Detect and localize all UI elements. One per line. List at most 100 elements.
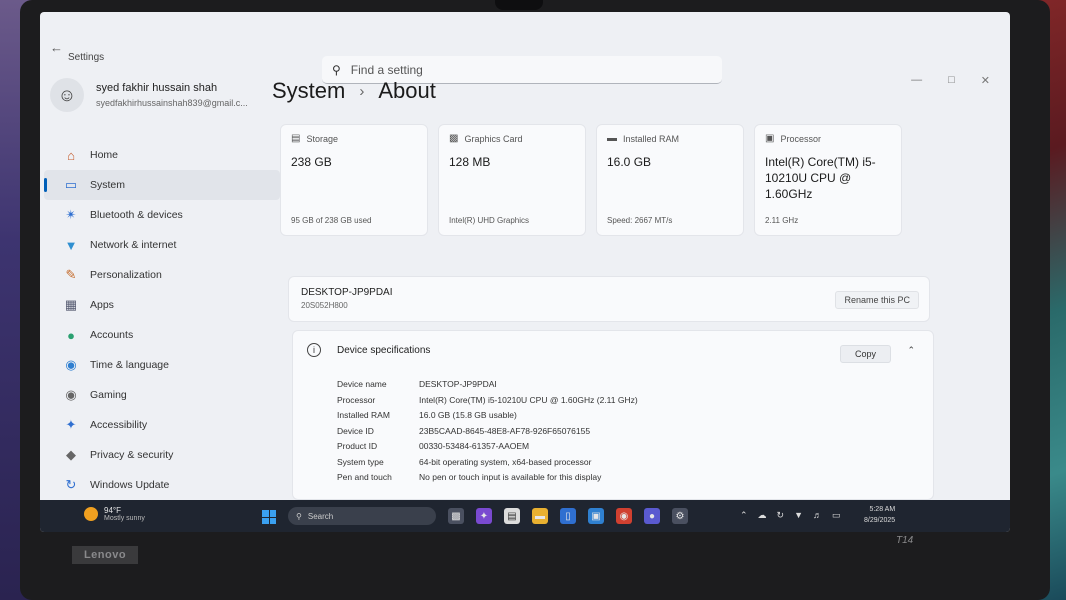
pc-name-card: DESKTOP-JP9PDAI 20S052H800 Rename this P…: [288, 276, 930, 322]
sidebar-item-label: Personalization: [90, 269, 162, 281]
user-email: syedfakhirhussainshah839@gmail.c...: [96, 98, 248, 108]
taskbar-search-label: Search: [307, 511, 334, 521]
sidebar-item-accounts[interactable]: ● Accounts: [40, 320, 280, 350]
info-icon: i: [307, 343, 321, 357]
sidebar-item-apps[interactable]: ▦ Apps: [40, 290, 280, 320]
processor-card[interactable]: ▣ Processor Intel(R) Core(TM) i5-10210U …: [754, 124, 902, 236]
spec-row: System type 64-bit operating system, x64…: [337, 457, 638, 473]
sidebar-item-label: System: [90, 179, 126, 191]
store-icon[interactable]: ▣: [588, 508, 604, 524]
graphics-card[interactable]: ▩ Graphics Card 128 MB Intel(R) UHD Grap…: [438, 124, 586, 236]
spec-key: Device name: [337, 379, 387, 389]
spec-value: 16.0 GB (15.8 GB usable): [419, 410, 517, 420]
sidebar-item-home[interactable]: ⌂ Home: [40, 140, 280, 170]
spec-key: Product ID: [337, 441, 378, 451]
storage-card[interactable]: ▤ Storage 238 GB 95 GB of 238 GB used: [280, 124, 428, 236]
rename-pc-button[interactable]: Rename this PC: [835, 291, 919, 309]
spec-row: Installed RAM 16.0 GB (15.8 GB usable): [337, 410, 638, 426]
screen: ← Settings ⚲ Find a setting — □ ✕ ☺ syed…: [40, 12, 1010, 532]
spec-row: Pen and touch No pen or touch input is a…: [337, 472, 638, 488]
sidebar-item-bluetooth[interactable]: ✴ Bluetooth & devices: [40, 200, 280, 230]
spec-value: 23B5CAAD-8645-48E8-AF78-926F65076155: [419, 425, 591, 436]
sidebar-item-label: Time & language: [90, 359, 169, 371]
copy-button[interactable]: Copy: [839, 345, 891, 363]
minimize-icon[interactable]: —: [911, 74, 922, 87]
sidebar-item-personalization[interactable]: ✎ Personalization: [40, 260, 280, 290]
phone-link-icon[interactable]: ▯: [560, 508, 576, 524]
sidebar-item-gaming[interactable]: ◉ Gaming: [40, 380, 280, 410]
search-icon: ⚲: [296, 511, 302, 521]
card-value: 16.0 GB: [607, 155, 652, 169]
sidebar-item-windows-update[interactable]: ↻ Windows Update: [40, 470, 280, 500]
sidebar-nav: ⌂ Home ▭ System ✴ Bluetooth & devices ▼ …: [40, 140, 280, 500]
card-label: Graphics Card: [464, 133, 523, 144]
bluetooth-icon: ✴: [65, 207, 77, 222]
spec-table: Device name DESKTOP-JP9PDAI Processor In…: [337, 379, 638, 488]
cloud-icon[interactable]: ☁: [758, 510, 767, 521]
sidebar-item-time-language[interactable]: ◉ Time & language: [40, 350, 280, 380]
windows-start-icon[interactable]: [262, 510, 276, 524]
wifi-icon[interactable]: ▼: [794, 510, 803, 521]
sidebar-item-label: Apps: [90, 299, 114, 311]
chevron-up-icon[interactable]: ⌃: [907, 345, 915, 356]
speaker-icon[interactable]: ♬: [813, 510, 822, 521]
spec-key: Pen and touch: [337, 472, 392, 482]
spec-row: Processor Intel(R) Core(TM) i5-10210U CP…: [337, 395, 638, 411]
copilot-icon[interactable]: ✦: [476, 508, 492, 524]
spec-value: No pen or touch input is available for t…: [419, 472, 602, 482]
spec-row: Product ID 00330-53484-61357-AAOEM: [337, 441, 638, 457]
chrome-icon[interactable]: ◉: [616, 508, 632, 524]
brush-icon: ✎: [65, 267, 77, 282]
weather-widget[interactable]: 94°F Mostly sunny: [84, 506, 145, 522]
taskbar-search[interactable]: ⚲ Search: [288, 507, 436, 525]
card-value: 128 MB: [449, 155, 491, 169]
back-arrow-icon[interactable]: ←: [50, 40, 63, 55]
teams-icon[interactable]: ●: [644, 508, 660, 524]
sidebar-item-label: Accounts: [90, 329, 134, 341]
sync-icon[interactable]: ↻: [777, 510, 785, 521]
gamepad-icon: ◉: [65, 387, 77, 402]
clock[interactable]: 5:28 AM 8/29/2025: [864, 504, 895, 526]
weather-temp: 94°F: [104, 506, 121, 515]
section-title: Device specifications: [337, 345, 431, 356]
chevron-up-icon[interactable]: ⌃: [740, 510, 748, 521]
lenovo-logo: Lenovo: [72, 546, 138, 564]
card-label: Processor: [780, 133, 821, 144]
ram-card[interactable]: ▬ Installed RAM 16.0 GB Speed: 2667 MT/s: [596, 124, 744, 236]
user-card[interactable]: ☺ syed fakhir hussain shah syedfakhirhus…: [50, 72, 290, 122]
title-bar: ← Settings ⚲ Find a setting — □ ✕: [40, 30, 1010, 87]
settings-gear-icon[interactable]: ⚙: [672, 508, 688, 524]
sidebar-item-network[interactable]: ▼ Network & internet: [40, 230, 280, 260]
system-tray: ⌃ ☁ ↻ ▼ ♬ ▭: [740, 510, 841, 521]
task-view-icon[interactable]: ▩: [448, 508, 464, 524]
chevron-right-icon: ›: [359, 82, 365, 100]
card-foot: Intel(R) UHD Graphics: [449, 216, 530, 225]
sidebar-item-system[interactable]: ▭ System: [44, 170, 280, 200]
sidebar-item-privacy[interactable]: ◆ Privacy & security: [40, 440, 280, 470]
file-explorer-icon[interactable]: ▬: [532, 508, 548, 524]
close-icon[interactable]: ✕: [981, 74, 990, 87]
sidebar-item-label: Home: [90, 149, 119, 161]
user-name: syed fakhir hussain shah: [96, 82, 218, 94]
file-icon[interactable]: ▤: [504, 508, 520, 524]
pc-model: 20S052H800: [301, 301, 348, 310]
processor-icon: ▣: [765, 133, 775, 144]
spec-value: 64-bit operating system, x64-based proce…: [419, 456, 592, 467]
sidebar-item-accessibility[interactable]: ✦ Accessibility: [40, 410, 280, 440]
card-value: 238 GB: [291, 155, 332, 169]
sidebar-item-label: Windows Update: [90, 479, 170, 491]
spec-value: DESKTOP-JP9PDAI: [419, 379, 497, 389]
system-icon: ▭: [64, 177, 78, 192]
clock-time: 5:28 AM: [869, 506, 896, 513]
spec-value: Intel(R) Core(TM) i5-10210U CPU @ 1.60GH…: [419, 394, 638, 405]
sidebar-item-label: Gaming: [90, 389, 127, 401]
page-title: About: [378, 78, 436, 103]
breadcrumb-parent[interactable]: System: [272, 78, 345, 104]
battery-icon[interactable]: ▭: [832, 510, 841, 521]
spec-key: Installed RAM: [337, 410, 390, 420]
pc-name: DESKTOP-JP9PDAI: [301, 287, 393, 298]
graphics-icon: ▩: [449, 133, 459, 144]
sidebar-item-label: Accessibility: [90, 419, 148, 431]
maximize-icon[interactable]: □: [948, 74, 955, 87]
app-title: Settings: [68, 52, 105, 63]
